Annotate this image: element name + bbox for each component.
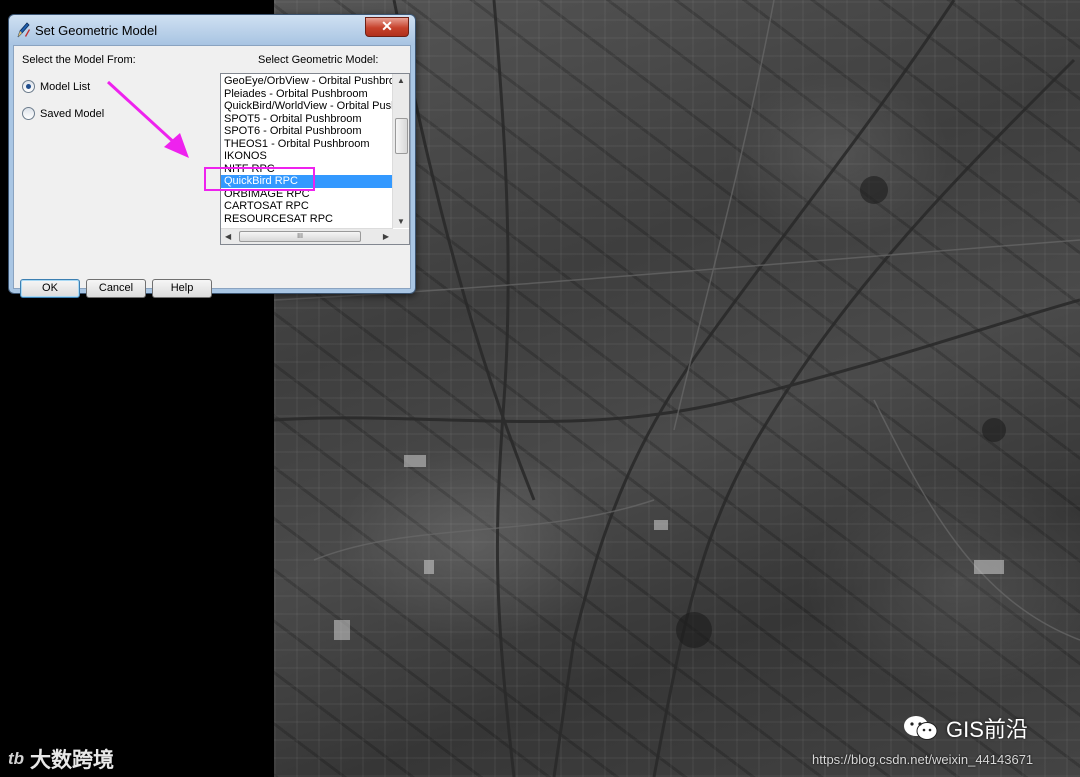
model-list-item[interactable]: RESOURCESAT RPC xyxy=(221,213,393,226)
scroll-down-icon[interactable]: ▼ xyxy=(397,217,405,226)
scroll-corner xyxy=(393,229,409,244)
watermark-left: tb 大数跨境 xyxy=(8,744,114,774)
scroll-grip: III xyxy=(297,233,303,240)
model-list-item[interactable]: CARTOSAT RPC xyxy=(221,200,393,213)
horizontal-scroll-thumb[interactable]: III xyxy=(239,231,361,242)
watermark-logo: tb xyxy=(8,749,25,768)
annotation-highlight-box xyxy=(204,167,315,191)
watermark-left-text: 大数跨境 xyxy=(30,749,115,772)
watermark-gis-text: GIS前沿 xyxy=(946,717,1028,742)
scroll-left-icon[interactable]: ◀ xyxy=(225,232,231,241)
watermark-gis: GIS前沿 xyxy=(902,712,1028,744)
cancel-button[interactable]: Cancel xyxy=(86,279,146,298)
help-button[interactable]: Help xyxy=(152,279,212,298)
watermark-url: https://blog.csdn.net/weixin_44143671 xyxy=(812,752,1034,767)
ok-button[interactable]: OK xyxy=(20,279,80,298)
horizontal-scrollbar[interactable]: ◀ III ▶ xyxy=(221,228,393,244)
scroll-right-icon[interactable]: ▶ xyxy=(383,232,389,241)
wechat-icon xyxy=(904,716,938,740)
